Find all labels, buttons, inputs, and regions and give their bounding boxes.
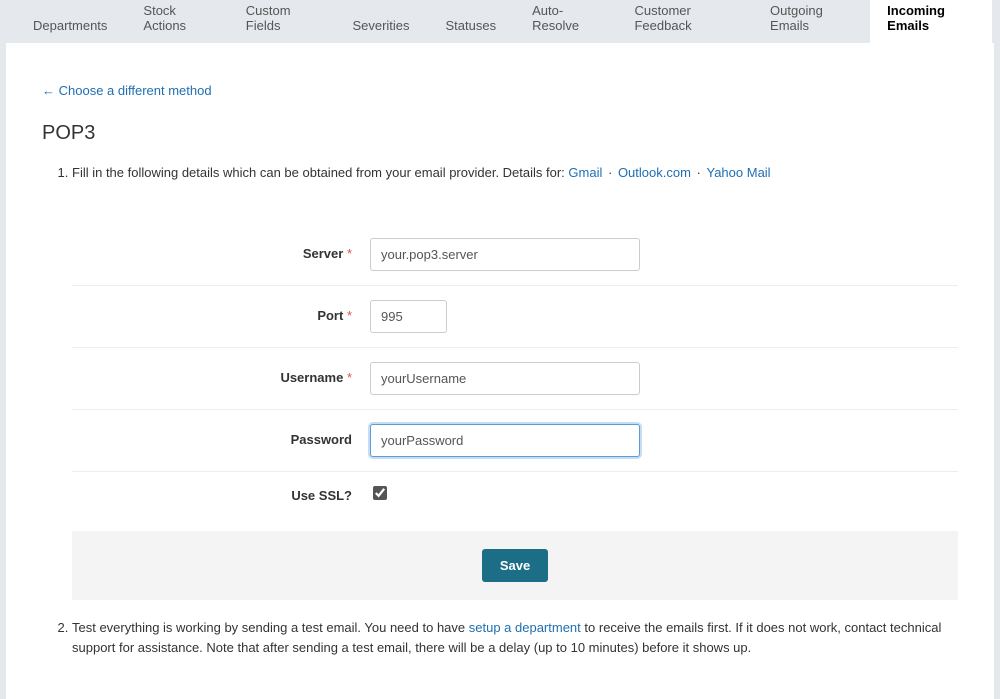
tab-auto-resolve[interactable]: Auto-Resolve (515, 0, 615, 43)
use-ssl-checkbox[interactable] (373, 486, 387, 500)
row-use-ssl: Use SSL? (72, 472, 958, 521)
provider-link-gmail[interactable]: Gmail (568, 165, 602, 180)
label-port-text: Port (317, 308, 343, 323)
page-title: POP3 (42, 122, 958, 145)
save-bar: Save (72, 531, 958, 600)
row-port: Port * (72, 286, 958, 348)
label-password: Password (72, 430, 370, 451)
setup-department-link[interactable]: setup a department (469, 620, 581, 635)
label-port: Port * (72, 306, 370, 327)
port-input[interactable] (370, 300, 447, 333)
page-root: Departments Stock Actions Custom Fields … (0, 0, 1000, 594)
separator: · (697, 165, 705, 180)
label-server-text: Server (303, 246, 343, 261)
tab-bar: Departments Stock Actions Custom Fields … (6, 6, 994, 43)
tab-customer-feedback[interactable]: Customer Feedback (617, 0, 751, 43)
provider-link-yahoo[interactable]: Yahoo Mail (707, 165, 771, 180)
required-icon: * (347, 370, 352, 385)
label-password-text: Password (291, 432, 352, 447)
row-password: Password (72, 410, 958, 472)
tab-statuses[interactable]: Statuses (429, 8, 514, 43)
content-panel: ← Choose a different method POP3 Fill in… (6, 43, 994, 699)
label-use-ssl-text: Use SSL? (291, 488, 352, 503)
server-input[interactable] (370, 238, 640, 271)
tab-severities[interactable]: Severities (335, 8, 426, 43)
row-server: Server * (72, 224, 958, 286)
label-username: Username * (72, 368, 370, 389)
tab-incoming-emails[interactable]: Incoming Emails (870, 0, 992, 43)
label-username-text: Username (280, 370, 343, 385)
label-use-ssl: Use SSL? (72, 486, 370, 507)
password-input[interactable] (370, 424, 640, 457)
separator: · (608, 165, 616, 180)
step1-intro-text: Fill in the following details which can … (72, 165, 568, 180)
label-server: Server * (72, 244, 370, 265)
tab-departments[interactable]: Departments (16, 8, 124, 43)
row-username: Username * (72, 348, 958, 410)
username-input[interactable] (370, 362, 640, 395)
save-button[interactable]: Save (482, 549, 548, 582)
tab-custom-fields[interactable]: Custom Fields (229, 0, 334, 43)
tab-outgoing-emails[interactable]: Outgoing Emails (753, 0, 868, 43)
step-2: Test everything is working by sending a … (72, 618, 958, 660)
step-1: Fill in the following details which can … (72, 163, 958, 600)
provider-link-outlook[interactable]: Outlook.com (618, 165, 691, 180)
steps-list: Fill in the following details which can … (42, 163, 958, 659)
required-icon: * (347, 308, 352, 323)
required-icon: * (347, 246, 352, 261)
form-area: Server * Port * (72, 224, 958, 521)
back-link[interactable]: ← Choose a different method (42, 83, 212, 98)
tab-stock-actions[interactable]: Stock Actions (126, 0, 226, 43)
step2-prefix: Test everything is working by sending a … (72, 620, 469, 635)
